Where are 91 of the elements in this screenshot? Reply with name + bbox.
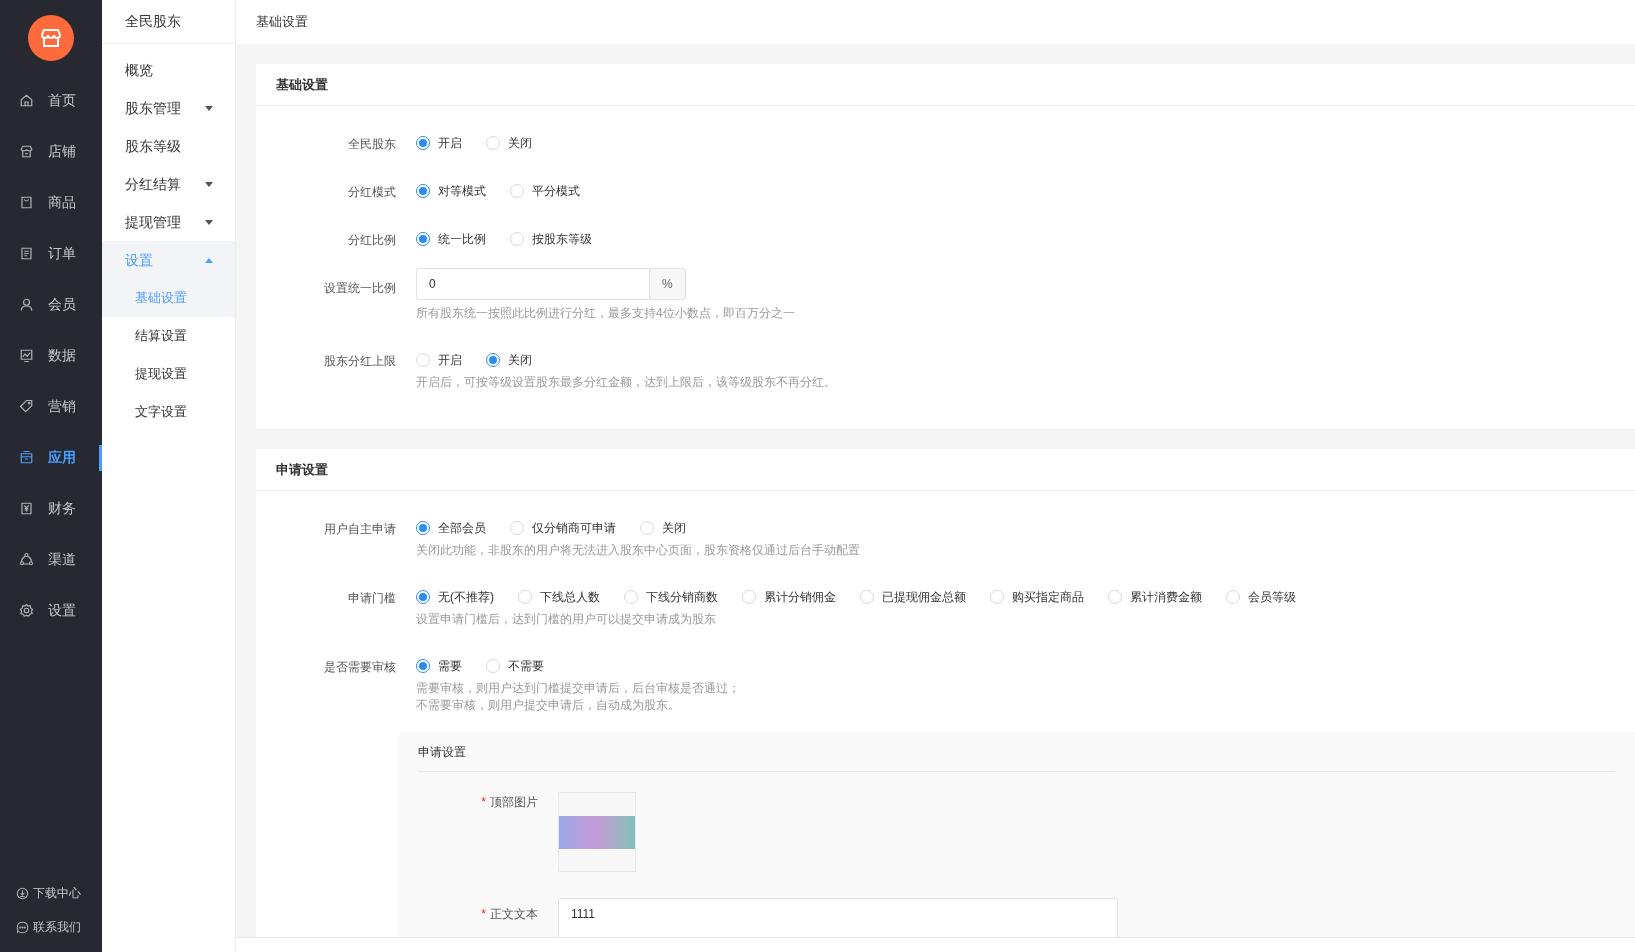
menu-item[interactable]: 分红结算	[102, 165, 235, 203]
app-title: 全民股东	[125, 12, 181, 31]
nav-item[interactable]: 营销	[0, 381, 102, 432]
nav-item[interactable]: 应用	[0, 432, 102, 483]
document-icon	[19, 246, 34, 261]
nav-item[interactable]: 设置	[0, 585, 102, 636]
radio-button[interactable]	[416, 521, 430, 535]
radio-option[interactable]: 开启	[416, 134, 462, 152]
logo-icon	[28, 15, 74, 61]
page-title: 基础设置	[256, 13, 308, 32]
required-mark: *	[481, 906, 486, 923]
radio-option[interactable]: 下线总人数	[518, 588, 600, 606]
caret-icon	[205, 219, 213, 225]
field-label: 申请门槛	[348, 590, 396, 607]
radio-option[interactable]: 不需要	[486, 657, 544, 675]
nav-item[interactable]: 会员	[0, 279, 102, 330]
menu-item[interactable]: 概览	[102, 51, 235, 89]
radio-option[interactable]: 无(不推荐)	[416, 588, 494, 606]
radio-button[interactable]	[416, 659, 430, 673]
radio-option[interactable]: 仅分销商可申请	[510, 519, 616, 537]
download-icon	[16, 886, 29, 900]
field-label: 设置统一比例	[324, 280, 396, 297]
field-label: 股东分红上限	[324, 353, 396, 370]
radio-button[interactable]	[416, 184, 430, 198]
hint-text: 设置申请门槛后，达到门槛的用户可以提交申请成为股东	[416, 611, 717, 628]
menu-item[interactable]: 股东等级	[102, 127, 235, 165]
hint-text: 关闭此功能，非股东的用户将无法进入股东中心页面，股东资格仅通过后台手动配置	[416, 542, 860, 559]
radio-option[interactable]: 全部会员	[416, 519, 486, 537]
radio-option[interactable]: 统一比例	[416, 230, 486, 248]
radio-option[interactable]: 开启	[416, 351, 462, 369]
chat-icon	[16, 920, 29, 934]
field-label: 用户自主申请	[324, 521, 396, 538]
panel-title: 申请设置	[418, 743, 466, 761]
hint-text: 需要审核，则用户达到门槛提交申请后，后台审核是否通过；	[416, 680, 740, 697]
radio-option[interactable]: 已提现佣金总额	[860, 588, 966, 606]
radio-button[interactable]	[416, 136, 430, 150]
nav-item[interactable]: 首页	[0, 75, 102, 126]
user-icon	[19, 297, 34, 312]
nav-item[interactable]: 订单	[0, 228, 102, 279]
bag-icon	[19, 195, 34, 210]
chart-icon	[19, 348, 34, 363]
field-label: 分红模式	[348, 184, 396, 201]
radio-option[interactable]: 平分模式	[510, 182, 580, 200]
field-label: 全民股东	[348, 136, 396, 153]
radio-option[interactable]: 关闭	[640, 519, 686, 537]
box-icon	[19, 450, 34, 465]
money-icon	[19, 501, 34, 516]
field-label: 正文文本	[490, 906, 538, 923]
nav-item[interactable]: 财务	[0, 483, 102, 534]
nav-item[interactable]: 店铺	[0, 126, 102, 177]
radio-button[interactable]	[486, 353, 500, 367]
radio-option[interactable]: 累计分销佣金	[742, 588, 836, 606]
footer-link[interactable]: 下载中心	[0, 884, 102, 902]
radio-option[interactable]: 累计消费金额	[1108, 588, 1202, 606]
required-mark: *	[481, 794, 486, 811]
field-label: 是否需要审核	[324, 659, 396, 676]
section-title: 基础设置	[276, 75, 328, 94]
radio-button[interactable]	[416, 590, 430, 604]
radio-option[interactable]: 关闭	[486, 351, 532, 369]
field-label: 分红比例	[348, 232, 396, 249]
caret-icon	[205, 257, 213, 263]
radio-button[interactable]	[416, 232, 430, 246]
radio-option[interactable]: 对等模式	[416, 182, 486, 200]
radio-option[interactable]: 下线分销商数	[624, 588, 718, 606]
ratio-input[interactable]: 0	[416, 268, 650, 300]
nav-item[interactable]: 商品	[0, 177, 102, 228]
text-area[interactable]: 1111	[558, 898, 1118, 937]
home-icon	[19, 93, 34, 108]
tag-icon	[19, 399, 34, 414]
footer-link[interactable]: 联系我们	[0, 918, 102, 936]
radio-option[interactable]: 需要	[416, 657, 462, 675]
menu-item[interactable]: 股东管理	[102, 89, 235, 127]
caret-icon	[205, 105, 213, 111]
settings-icon	[19, 603, 34, 618]
network-icon	[19, 552, 34, 567]
radio-option[interactable]: 会员等级	[1226, 588, 1296, 606]
field-label: 顶部图片	[490, 794, 538, 811]
store-icon	[19, 144, 34, 159]
hint-text: 不需要审核，则用户提交申请后，自动成为股东。	[416, 697, 681, 714]
nav-item[interactable]: 数据	[0, 330, 102, 381]
unit-suffix: %	[650, 268, 686, 300]
hint-text: 开启后，可按等级设置股东最多分红金额，达到上限后，该等级股东不再分红。	[416, 374, 836, 391]
radio-option[interactable]: 购买指定商品	[990, 588, 1084, 606]
nav-item[interactable]: 渠道	[0, 534, 102, 585]
radio-option[interactable]: 关闭	[486, 134, 532, 152]
radio-option[interactable]: 按股东等级	[510, 230, 592, 248]
image-upload[interactable]	[558, 792, 636, 872]
section-title: 申请设置	[276, 460, 328, 479]
caret-icon	[205, 181, 213, 187]
hint-text: 所有股东统一按照此比例进行分红，最多支持4位小数点，即百万分之一	[416, 305, 795, 322]
menu-item[interactable]: 提现管理	[102, 203, 235, 241]
